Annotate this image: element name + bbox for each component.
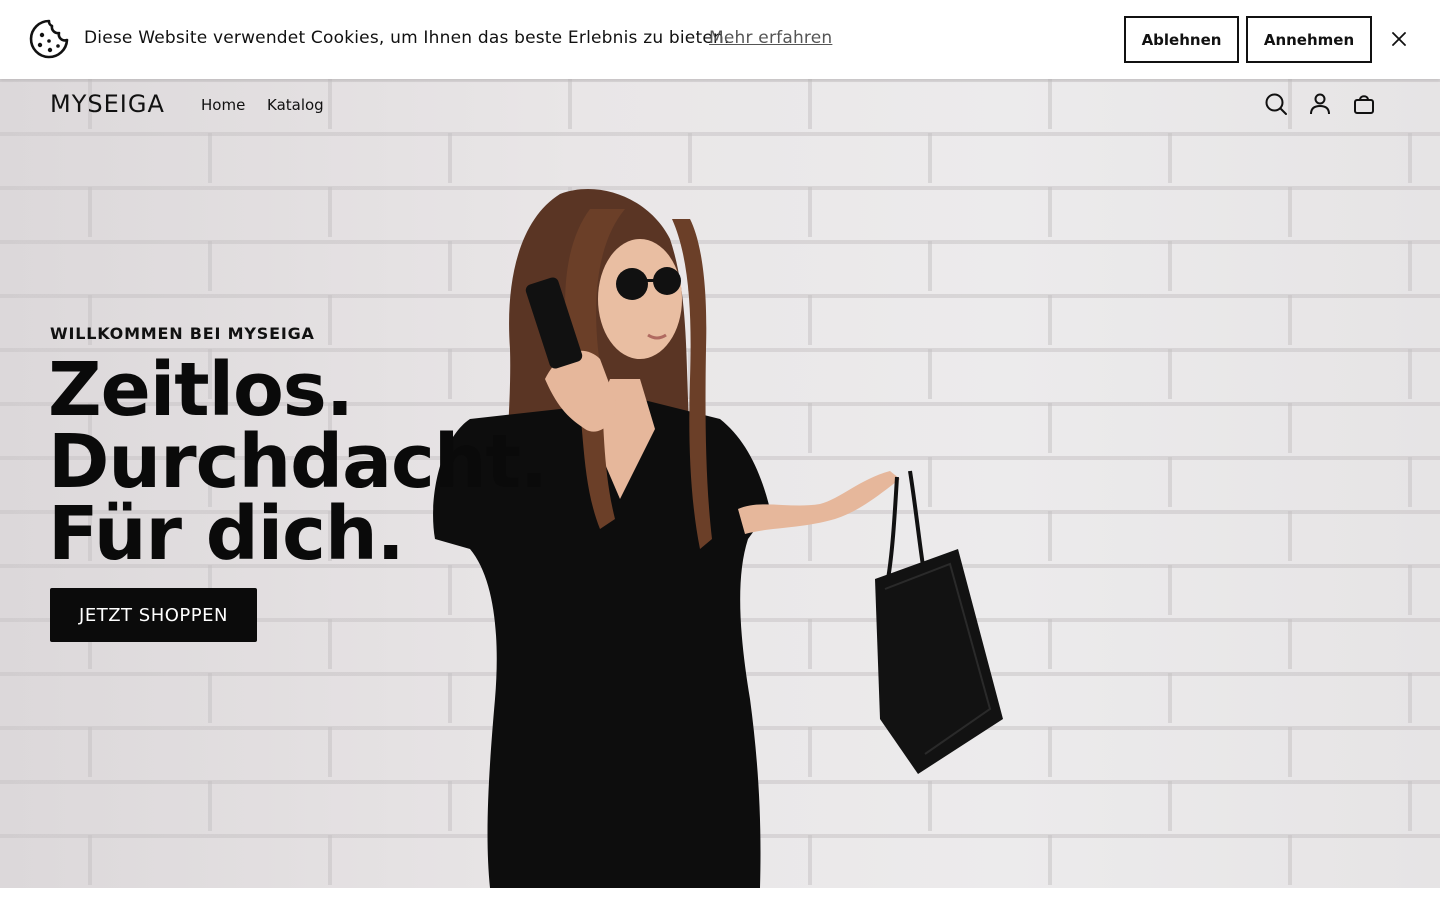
accept-cookies-button[interactable]: Annehmen xyxy=(1246,16,1372,63)
learn-more-link[interactable]: Mehr erfahren xyxy=(709,28,832,48)
close-icon[interactable] xyxy=(1388,28,1410,50)
decline-cookies-button[interactable]: Ablehnen xyxy=(1124,16,1239,63)
hero-headline-line-2: Durchdacht. xyxy=(48,419,548,505)
cookie-message: Diese Website verwendet Cookies, um Ihne… xyxy=(84,28,730,48)
site-logo[interactable]: MYSEIGA xyxy=(50,90,165,118)
nav-item-home[interactable]: Home xyxy=(201,96,245,114)
nav-item-katalog[interactable]: Katalog xyxy=(267,96,324,114)
cookie-icon xyxy=(29,19,69,59)
cart-icon[interactable] xyxy=(1352,92,1376,116)
hero-headline-line-1: Zeitlos. xyxy=(48,347,354,433)
hero-headline-line-3: Für dich. xyxy=(48,491,405,577)
hero-eyebrow: WILLKOMMEN BEI MYSEIGA xyxy=(50,324,315,343)
account-icon[interactable] xyxy=(1308,92,1332,116)
search-icon[interactable] xyxy=(1264,92,1288,116)
cookie-banner: Diese Website verwendet Cookies, um Ihne… xyxy=(0,0,1440,79)
shop-now-button[interactable]: JETZT SHOPPEN xyxy=(50,588,257,642)
